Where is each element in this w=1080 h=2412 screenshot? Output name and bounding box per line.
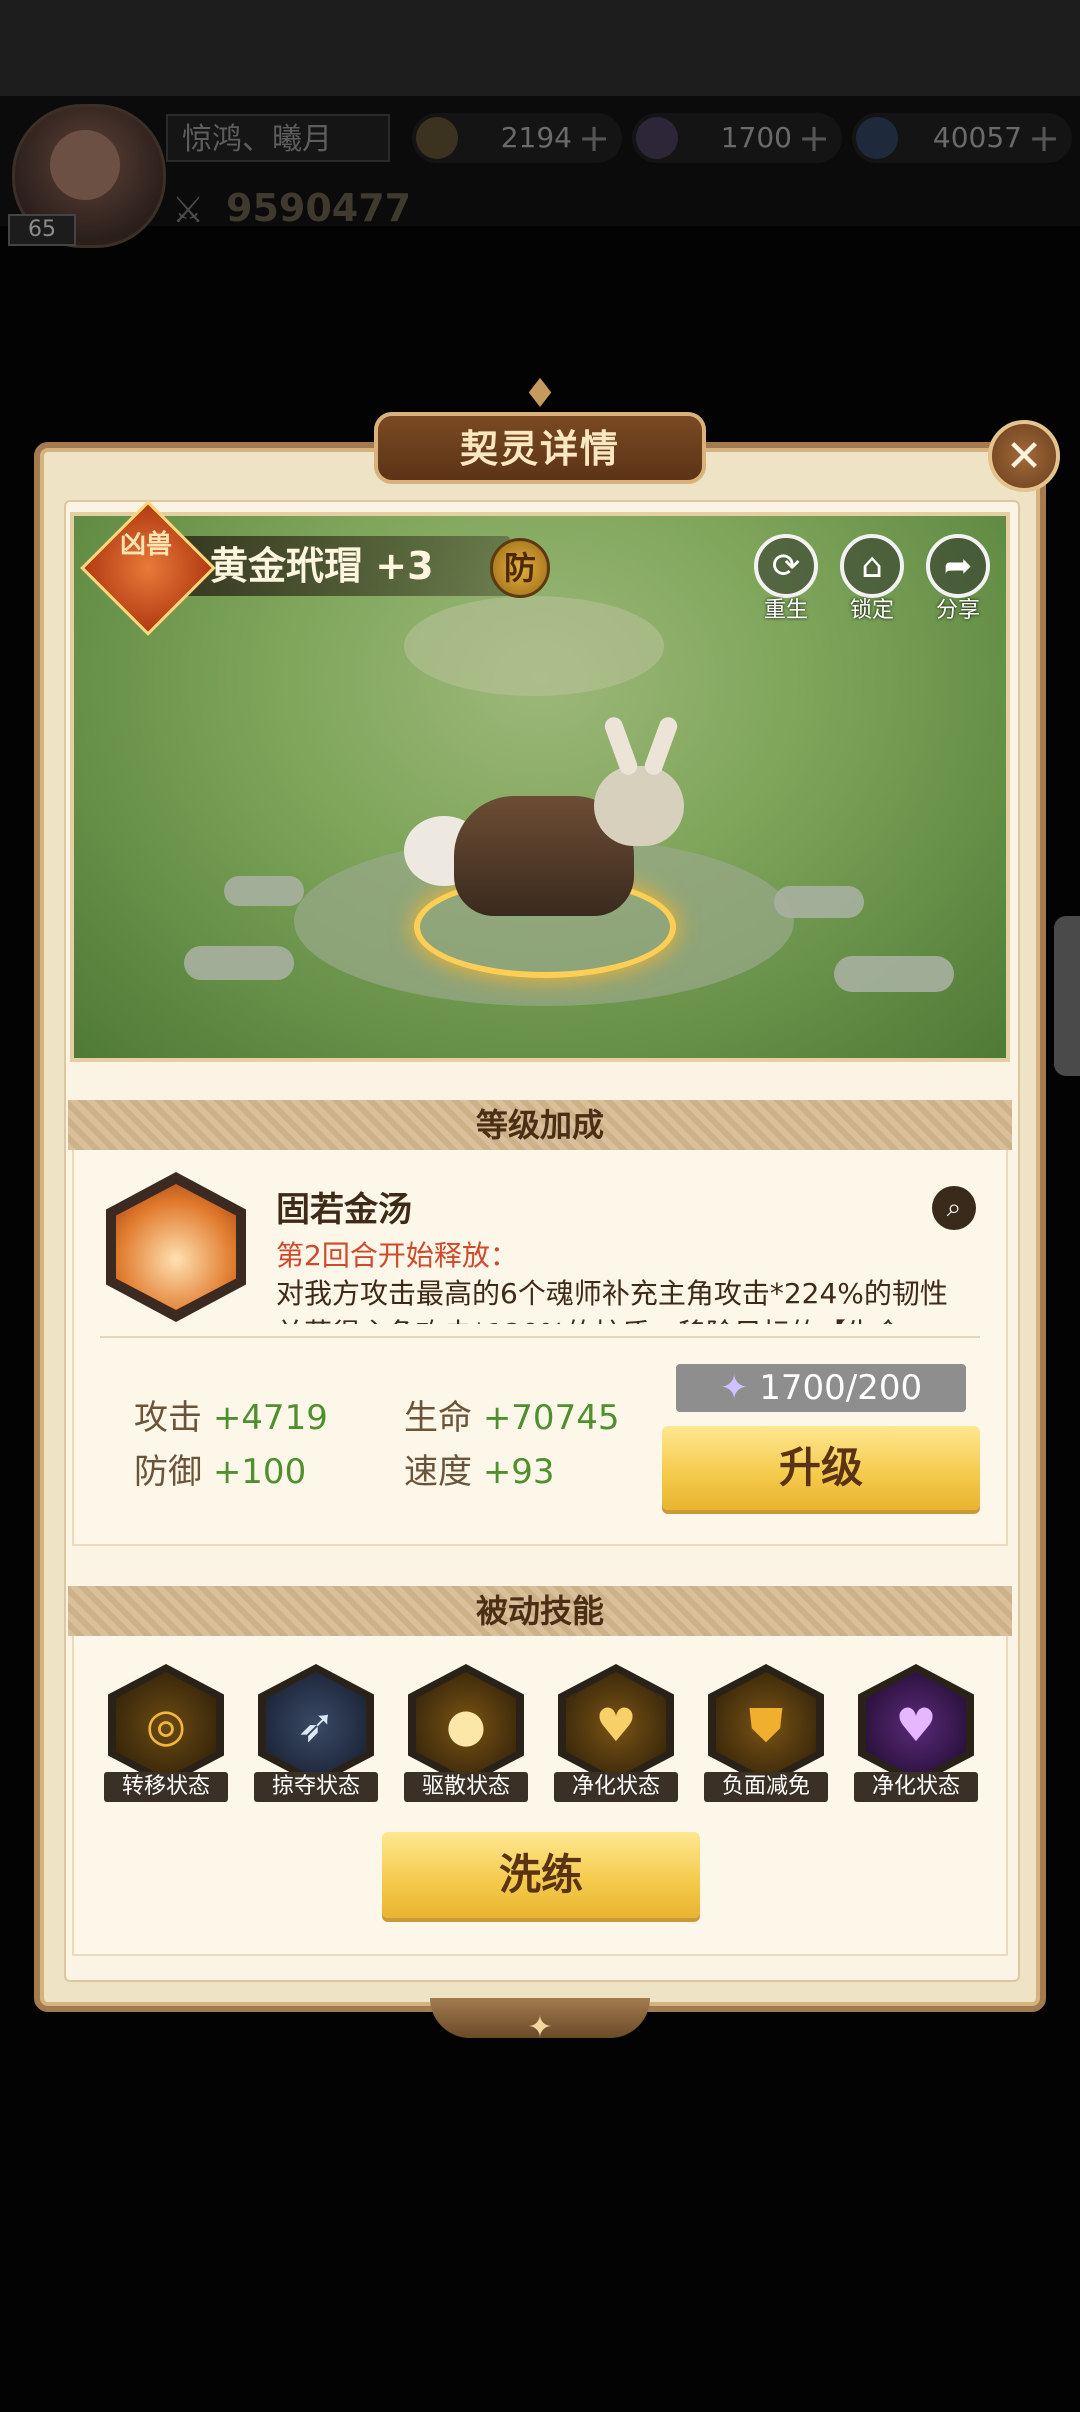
passive-skill[interactable]: ● 驱散状态 [404,1664,528,1802]
passive-skill-label: 转移状态 [104,1772,228,1802]
crystal-shard-icon: ✦ [719,1368,749,1408]
scene-path [404,596,664,696]
crossed-swords-icon: ⚔ [172,190,205,231]
gold-resource: 2194 + [412,113,622,163]
passive-skill-label: 负面减免 [704,1772,828,1802]
passive-skill[interactable]: ♥ 净化状态 [854,1664,978,1802]
skill-description: 对我方攻击最高的6个魂师补充主角攻击*224%的韧性并获得主角攻击*120%的护… [276,1277,948,1324]
stone [834,956,954,992]
passive-skill[interactable]: ♥ 净化状态 [554,1664,678,1802]
stone [774,886,864,918]
lock-label: 锁定 [849,598,894,623]
rebirth-icon: ⟳ [754,534,818,598]
system-status-bar [0,0,1080,96]
stat-hp: 生命 +70745 [404,1398,620,1438]
refine-button[interactable]: 洗练 [382,1832,700,1918]
stone [184,946,294,980]
panel-title: 契灵详情 [374,412,706,484]
beast-horn [642,714,680,778]
upgrade-button[interactable]: 升级 [662,1426,980,1510]
type-badge-label: 凶兽 [119,530,172,560]
passive-skills-header: 被动技能 [68,1586,1012,1636]
lock-icon: ⌂ [840,534,904,598]
skill-name: 固若金汤 [276,1190,412,1230]
level-bonus-header: 等级加成 [68,1100,1012,1150]
beast-head [594,766,684,846]
section-divider [100,1336,980,1338]
share-label: 分享 [935,598,980,623]
passive-skill-label: 驱散状态 [404,1772,528,1802]
add-diamond-button[interactable]: + [1028,113,1060,163]
share-button[interactable]: ➦ 分享 [922,534,994,624]
gold-coin-icon [416,117,458,159]
claw-icon: ➶ [266,1672,366,1778]
heart-pulse-icon: ♥ [866,1672,966,1778]
player-name: 惊鸿、曦月 [166,114,390,162]
title-crest-ornament: ♦ [522,371,558,417]
skill-trigger: 第2回合开始释放： [276,1239,518,1272]
upgrade-cost: ✦ 1700/200 [676,1364,966,1412]
share-icon: ➦ [926,534,990,598]
role-badge-defense: 防 [490,538,550,598]
passive-skill[interactable]: ◎ 转移状态 [104,1664,228,1802]
add-crystal-button[interactable]: + [798,113,830,163]
crystal-shard-icon [636,117,678,159]
stat-attack: 攻击 +4719 [134,1398,328,1438]
passive-skill[interactable]: ➶ 掠夺状态 [254,1664,378,1802]
passive-skill-label: 掠夺状态 [254,1772,378,1802]
combat-power-value: 9590477 [226,186,412,230]
heart-pulse-icon: ♥ [566,1672,666,1778]
stat-speed: 速度 +93 [404,1452,555,1492]
close-button[interactable]: ✕ [988,420,1060,492]
player-level-badge: 65 [8,214,76,246]
add-gold-button[interactable]: + [578,113,610,163]
stat-defense: 防御 +100 [134,1452,307,1492]
star-ornament-icon: ✦ [527,2010,553,2045]
beast-horn [602,714,640,778]
passive-skill-label: 净化状态 [854,1772,978,1802]
rebirth-button[interactable]: ⟳ 重生 [750,534,822,624]
avatar-portrait [50,130,120,200]
diamond-resource: 40057 + [852,113,1072,163]
orb-icon: ● [416,1672,516,1778]
diamond-icon [856,117,898,159]
magnifier-icon[interactable]: ⌕ [932,1186,976,1230]
side-drag-handle[interactable] [1054,916,1080,1076]
swirl-icon: ◎ [116,1672,216,1778]
stone [224,876,304,906]
crystal-resource: 1700 + [632,113,842,163]
passive-skill[interactable]: ⛊ 负面减免 [704,1664,828,1802]
passive-skill-label: 净化状态 [554,1772,678,1802]
rebirth-label: 重生 [763,598,808,623]
lock-button[interactable]: ⌂ 锁定 [836,534,908,624]
shield-icon: ⛊ [716,1672,816,1778]
